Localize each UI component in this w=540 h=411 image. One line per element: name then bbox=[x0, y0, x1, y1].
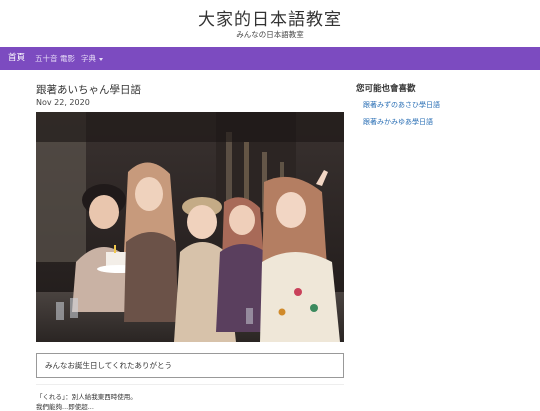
site-title[interactable]: 大家的日本語教室 bbox=[0, 5, 540, 30]
caption-text: みんなお誕生日してくれたありがとう bbox=[45, 361, 173, 370]
post-photo bbox=[36, 112, 344, 342]
caption-box: みんなお誕生日してくれたありがとう bbox=[36, 353, 344, 378]
sidebar-link-mikami[interactable]: 跟著みかみゆあ學日語 bbox=[363, 117, 433, 127]
sidebar-link-mizuno[interactable]: 跟著みずのあさひ學日語 bbox=[363, 100, 440, 110]
group-photo-image bbox=[36, 112, 344, 342]
note-line-secondary: 我們能夠...即使超... bbox=[36, 403, 94, 411]
note-line: 「くれる」：別人給我東西時使用。 bbox=[36, 393, 137, 401]
nav-item-movies[interactable]: 電影 bbox=[60, 47, 75, 70]
divider bbox=[36, 384, 344, 385]
site-subtitle: みんなの日本語教室 bbox=[236, 30, 304, 39]
post-date: Nov 22, 2020 bbox=[36, 98, 90, 107]
nav-item-dictionary-dropdown[interactable]: 字典 bbox=[81, 47, 103, 70]
nav-item-kana[interactable]: 五十音 bbox=[35, 47, 58, 70]
sidebar-heading: 您可能也會喜歡 bbox=[356, 84, 416, 94]
nav-item-dictionary-label: 字典 bbox=[81, 54, 96, 63]
site-header: 大家的日本語教室 みんなの日本語教室 bbox=[0, 0, 540, 47]
nav-item-home[interactable]: 首頁 bbox=[8, 47, 25, 70]
post-title: 跟著あいちゃん學日語 bbox=[36, 84, 141, 96]
main-navbar: 首頁 五十音 電影 字典 bbox=[0, 47, 540, 70]
caret-down-icon bbox=[99, 57, 103, 61]
